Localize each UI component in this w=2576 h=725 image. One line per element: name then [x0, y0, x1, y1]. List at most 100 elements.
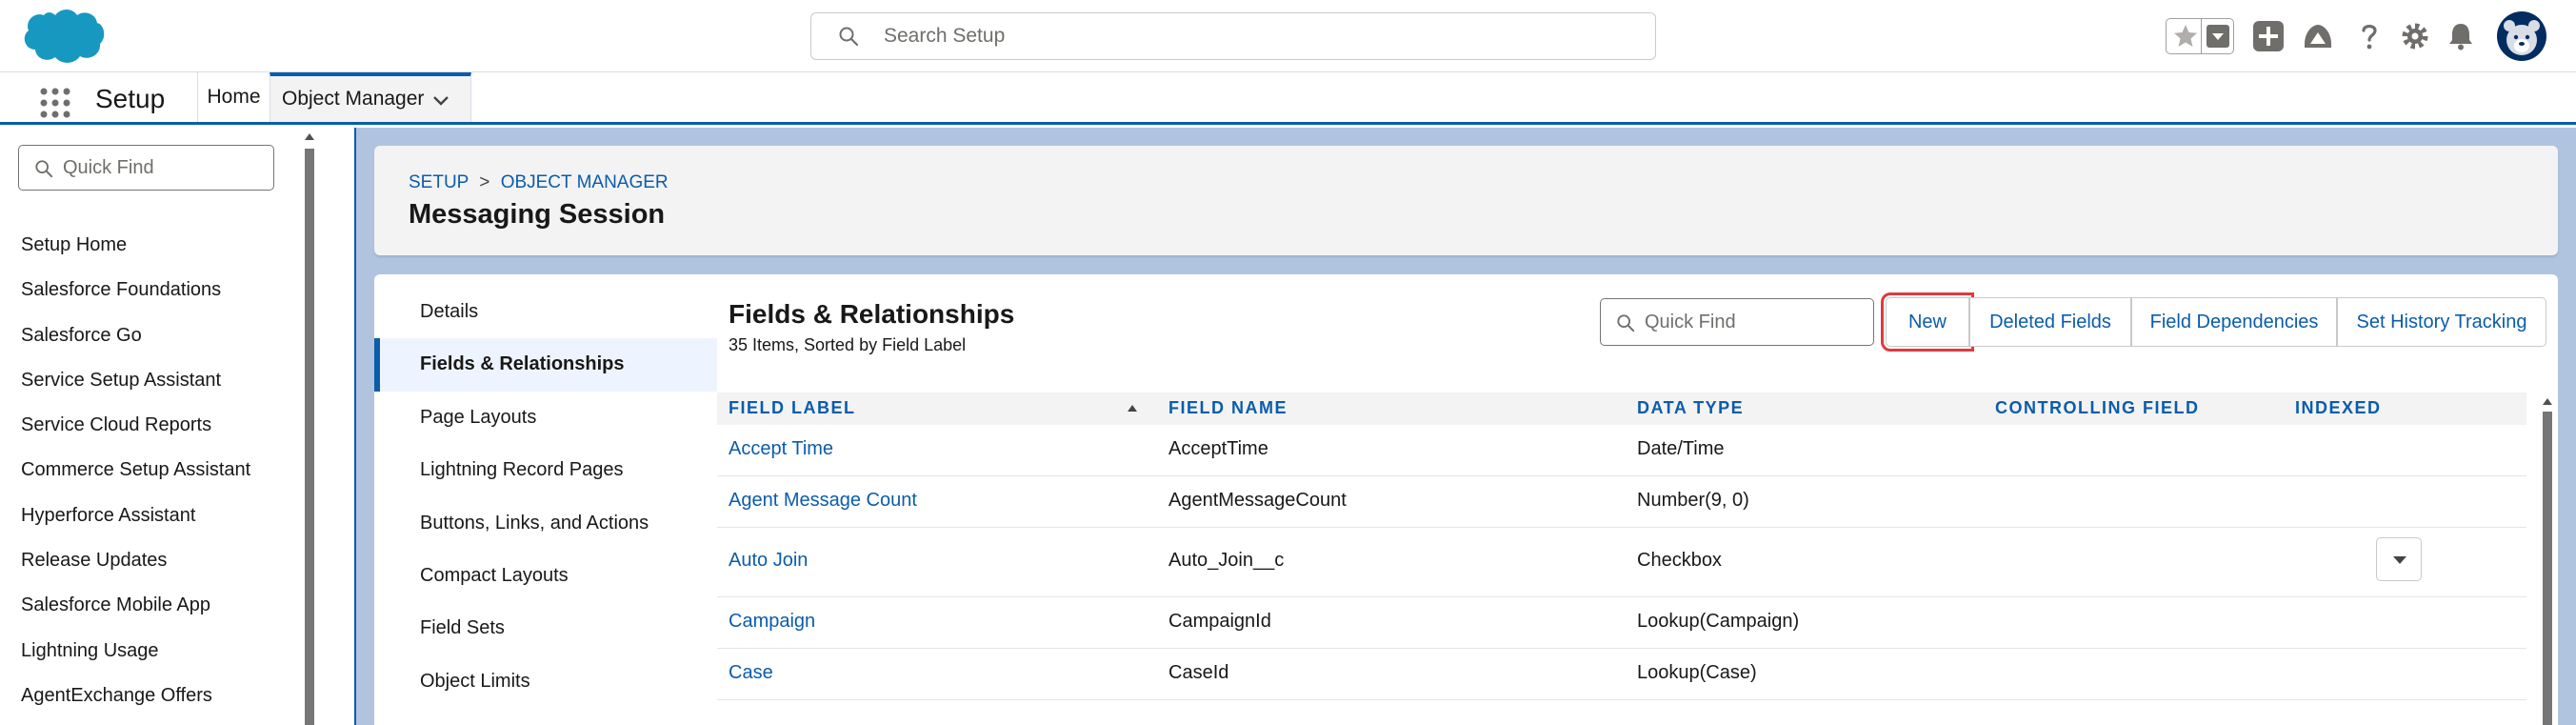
- table-row: Case CaseId Lookup(Case): [717, 649, 2526, 700]
- field-data-type: Checkbox: [1637, 550, 1722, 571]
- chevron-down-icon: [2393, 556, 2406, 564]
- object-nav-page-layouts[interactable]: Page Layouts: [374, 392, 717, 444]
- table-scrollbar[interactable]: [2541, 393, 2554, 725]
- setup-nav-item[interactable]: Lightning Usage: [0, 629, 295, 674]
- scroll-up-arrow-icon[interactable]: [304, 131, 315, 141]
- astro-avatar-icon: [2504, 20, 2540, 55]
- table-row: Auto Join Auto_Join__c Checkbox: [717, 528, 2526, 597]
- breadcrumb-separator: >: [479, 172, 490, 192]
- table-scroll-thumb[interactable]: [2543, 412, 2552, 725]
- section-subtitle: 35 Items, Sorted by Field Label: [729, 335, 967, 354]
- setup-nav-item[interactable]: Setup Home: [0, 223, 295, 268]
- search-icon: [1617, 314, 1635, 332]
- column-header-controlling-field[interactable]: CONTROLLING FIELD: [1995, 398, 2199, 418]
- object-nav-lightning-record-pages[interactable]: Lightning Record Pages: [374, 444, 717, 496]
- column-header-field-name[interactable]: FIELD NAME: [1168, 398, 1288, 418]
- row-actions-menu-button[interactable]: [2376, 537, 2422, 581]
- setup-quick-find-input[interactable]: [63, 153, 263, 182]
- field-data-type: Lookup(Case): [1637, 662, 1757, 683]
- breadcrumb: SETUP > OBJECT MANAGER: [409, 172, 669, 193]
- setup-nav-item[interactable]: Salesforce Mobile App: [0, 583, 295, 628]
- setup-nav-item[interactable]: Service Setup Assistant: [0, 358, 295, 403]
- field-label-link[interactable]: Agent Message Count: [729, 490, 917, 512]
- object-nav-compact-layouts[interactable]: Compact Layouts: [374, 550, 717, 602]
- global-search-input[interactable]: [884, 21, 1627, 51]
- set-history-tracking-button[interactable]: Set History Tracking: [2337, 297, 2546, 347]
- setup-quick-find[interactable]: [18, 145, 274, 191]
- table-row: Agent Message Count AgentMessageCount Nu…: [717, 476, 2526, 528]
- tab-object-manager-label: Object Manager: [282, 88, 425, 110]
- fields-quick-find[interactable]: [1600, 298, 1874, 346]
- scroll-up-arrow-icon[interactable]: [2542, 396, 2553, 406]
- fields-quick-find-input[interactable]: [1645, 308, 1864, 336]
- user-avatar[interactable]: [2497, 11, 2546, 61]
- field-api-name: AcceptTime: [1168, 438, 1268, 459]
- column-header-field-label[interactable]: FIELD LABEL: [729, 398, 856, 418]
- app-navigation-bar: Setup Home Object Manager: [0, 72, 2576, 125]
- table-header: FIELD LABEL FIELD NAME DATA TYPE CONTROL…: [717, 393, 2526, 425]
- setup-nav-item[interactable]: Release Updates: [0, 538, 295, 583]
- field-api-name: Auto_Join__c: [1168, 550, 1285, 571]
- tab-home[interactable]: Home: [197, 72, 270, 122]
- breadcrumb-object-manager[interactable]: OBJECT MANAGER: [501, 172, 669, 192]
- sort-ascending-icon[interactable]: [1127, 403, 1138, 413]
- field-label-link[interactable]: Case: [729, 662, 773, 684]
- chevron-down-icon[interactable]: [432, 95, 449, 107]
- help-icon[interactable]: [2352, 19, 2386, 53]
- object-nav-list: Details Fields & Relationships Page Layo…: [374, 286, 717, 708]
- column-header-indexed[interactable]: INDEXED: [2295, 398, 2382, 418]
- object-nav-object-limits[interactable]: Object Limits: [374, 655, 717, 708]
- sidebar-scrollbar[interactable]: [303, 128, 316, 725]
- favorites-group: [2166, 18, 2234, 54]
- breadcrumb-setup[interactable]: SETUP: [409, 172, 469, 192]
- salesforce-logo[interactable]: [19, 6, 107, 67]
- page-title: Messaging Session: [409, 199, 666, 230]
- setup-nav-item[interactable]: AgentExchange Offers: [0, 674, 295, 718]
- fields-table: FIELD LABEL FIELD NAME DATA TYPE CONTROL…: [717, 393, 2526, 700]
- global-search[interactable]: [810, 12, 1656, 60]
- object-nav-details[interactable]: Details: [374, 286, 717, 338]
- table-row: Campaign CampaignId Lookup(Campaign): [717, 597, 2526, 649]
- field-data-type: Date/Time: [1637, 438, 1725, 459]
- table-row: Accept Time AcceptTime Date/Time: [717, 425, 2526, 476]
- favorites-dropdown-icon[interactable]: [2207, 25, 2229, 48]
- sidebar-scroll-thumb[interactable]: [305, 149, 314, 725]
- object-detail-panel: Details Fields & Relationships Page Layo…: [374, 274, 2558, 725]
- new-field-button[interactable]: New: [1881, 292, 1974, 352]
- field-label-link[interactable]: Campaign: [729, 611, 815, 633]
- setup-nav-list: Setup Home Salesforce Foundations Salesf…: [0, 223, 295, 718]
- setup-nav-item[interactable]: Hyperforce Assistant: [0, 493, 295, 538]
- object-nav-field-sets[interactable]: Field Sets: [374, 602, 717, 655]
- field-api-name: CampaignId: [1168, 611, 1271, 632]
- global-create-icon[interactable]: [2251, 19, 2286, 53]
- favorites-divider: [2201, 19, 2202, 53]
- object-nav-buttons-links-actions[interactable]: Buttons, Links, and Actions: [374, 497, 717, 550]
- field-api-name: CaseId: [1168, 662, 1229, 683]
- notification-bell-icon[interactable]: [2444, 19, 2478, 53]
- setup-nav-item[interactable]: Salesforce Foundations: [0, 268, 295, 312]
- star-icon[interactable]: [2170, 22, 2201, 50]
- setup-nav-item[interactable]: Salesforce Go: [0, 313, 295, 358]
- trailhead-icon[interactable]: [2301, 19, 2335, 53]
- field-label-link[interactable]: Auto Join: [729, 550, 808, 572]
- search-icon: [839, 27, 859, 47]
- column-header-data-type[interactable]: DATA TYPE: [1637, 398, 1744, 418]
- gear-icon[interactable]: [2398, 19, 2432, 53]
- app-name: Setup: [95, 84, 166, 113]
- field-dependencies-button[interactable]: Field Dependencies: [2131, 297, 2337, 347]
- field-label-link[interactable]: Accept Time: [729, 438, 833, 460]
- setup-nav-item[interactable]: Service Cloud Reports: [0, 403, 295, 448]
- section-title: Fields & Relationships: [729, 299, 1015, 329]
- object-page-header: SETUP > OBJECT MANAGER Messaging Session: [374, 146, 2558, 255]
- field-data-type: Number(9, 0): [1637, 490, 1749, 511]
- app-launcher-icon[interactable]: [38, 86, 72, 120]
- setup-nav-item[interactable]: Commerce Setup Assistant: [0, 448, 295, 493]
- global-header: [0, 0, 2576, 72]
- setup-sidebar: Setup Home Salesforce Foundations Salesf…: [0, 128, 324, 725]
- deleted-fields-button[interactable]: Deleted Fields: [1969, 297, 2131, 347]
- field-api-name: AgentMessageCount: [1168, 490, 1347, 511]
- object-nav-fields-relationships[interactable]: Fields & Relationships: [374, 338, 717, 393]
- search-icon: [35, 160, 53, 178]
- tab-object-manager[interactable]: Object Manager: [270, 72, 471, 122]
- field-data-type: Lookup(Campaign): [1637, 611, 1800, 632]
